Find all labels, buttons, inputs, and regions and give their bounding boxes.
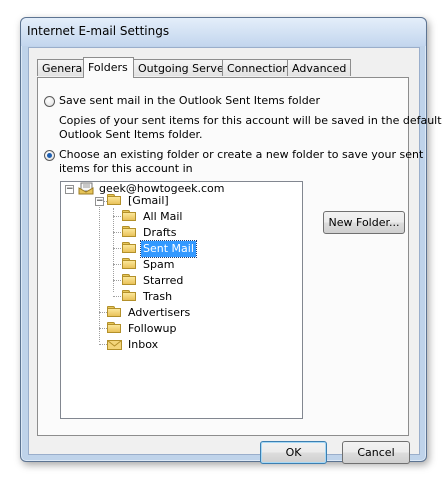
choose-existing-label-line2[interactable]: items for this account in <box>59 162 193 175</box>
choose-existing-label-line1[interactable]: Choose an existing folder or create a ne… <box>59 148 423 161</box>
folders-panel: Save sent mail in the Outlook Sent Items… <box>37 77 442 436</box>
folder-icon <box>122 290 137 302</box>
folder-icon <box>122 258 137 270</box>
inbox-folder-icon <box>107 340 122 350</box>
tab-general[interactable]: General <box>37 59 85 76</box>
tree-item-label: All Mail <box>143 210 183 223</box>
dialog-client-area: General Folders Outgoing Server Connecti… <box>28 47 442 464</box>
tab-connection[interactable]: Connection <box>222 59 289 76</box>
tree-item-label: Advertisers <box>128 306 191 319</box>
new-folder-button[interactable]: New Folder... <box>323 211 405 234</box>
tree-connector <box>99 328 107 329</box>
save-sent-description-line1: Copies of your sent items for this accou… <box>59 114 442 127</box>
tree-connector <box>99 312 107 313</box>
tab-folders[interactable]: Folders <box>83 57 134 78</box>
folder-icon <box>122 210 137 222</box>
tree-item-label: Inbox <box>128 338 159 351</box>
folder-icon <box>107 322 122 334</box>
window-title: Internet E-mail Settings <box>27 24 170 38</box>
cancel-button[interactable]: Cancel <box>342 441 410 464</box>
tree-item-label: Spam <box>143 258 175 271</box>
tree-item-label: Followup <box>128 322 177 335</box>
tree-connector <box>113 280 121 281</box>
choose-existing-radio[interactable] <box>44 150 55 161</box>
ok-button[interactable]: OK <box>260 441 327 464</box>
tree-item-label: Trash <box>143 290 173 303</box>
dialog-window: Internet E-mail Settings General Folders… <box>20 17 442 464</box>
tab-outgoing-server[interactable]: Outgoing Server <box>133 59 228 76</box>
collapse-gmail-toggle[interactable]: − <box>95 197 104 206</box>
collapse-account-toggle[interactable]: − <box>65 185 74 194</box>
folder-icon <box>122 274 137 286</box>
tree-connector <box>99 344 107 345</box>
tree-item-label: Drafts <box>143 226 177 239</box>
folder-icon <box>107 194 122 206</box>
save-sent-radio[interactable] <box>44 96 55 107</box>
save-sent-label[interactable]: Save sent mail in the Outlook Sent Items… <box>59 94 320 107</box>
tree-connector <box>113 216 121 217</box>
radio-selected-dot <box>47 153 52 158</box>
tree-item-label: Sent Mail <box>140 240 197 258</box>
save-sent-description-line2: Outlook Sent Items folder. <box>59 128 203 141</box>
tree-connector <box>113 248 121 249</box>
tree-item-label: [Gmail] <box>128 194 169 207</box>
folder-icon <box>107 306 122 318</box>
folder-tree[interactable]: − geek@howtogeek.com − [Gmail] All Mail … <box>60 181 303 419</box>
tree-item-label: Starred <box>143 274 184 287</box>
title-bar[interactable]: Internet E-mail Settings <box>21 18 426 46</box>
folder-icon <box>122 242 137 254</box>
tab-advanced[interactable]: Advanced <box>287 59 351 76</box>
tree-connector <box>113 232 121 233</box>
mailbox-icon <box>78 182 94 195</box>
tree-connector <box>99 201 100 342</box>
tree-connector <box>113 296 121 297</box>
tree-connector <box>113 264 121 265</box>
folder-icon <box>122 226 137 238</box>
